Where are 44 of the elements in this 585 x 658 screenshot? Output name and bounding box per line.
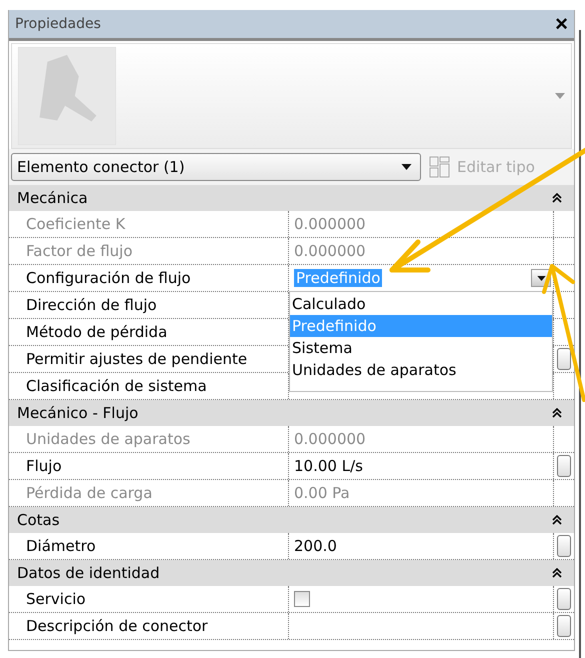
- property-label: Dirección de flujo: [9, 292, 289, 318]
- property-value: 0.000000: [294, 242, 366, 260]
- section-header[interactable]: Mecánico - Flujo: [9, 400, 574, 426]
- edit-type-icon: [429, 156, 451, 178]
- caret-icon[interactable]: [555, 93, 565, 99]
- property-label: Método de pérdida: [9, 319, 289, 345]
- checkbox[interactable]: [294, 591, 310, 607]
- property-value: 10.00 L/s: [294, 457, 363, 475]
- type-thumbnail-icon: [18, 47, 116, 145]
- property-value: 0.000000: [294, 215, 366, 233]
- type-dropdown[interactable]: Elemento conector (1): [11, 153, 421, 181]
- dropdown-option[interactable]: Sistema: [290, 337, 552, 359]
- parameter-button[interactable]: [557, 348, 571, 370]
- section-header[interactable]: Datos de identidad: [9, 560, 574, 586]
- collapse-icon: [552, 515, 562, 525]
- property-label: Servicio: [9, 586, 289, 612]
- collapse-icon: [552, 568, 562, 578]
- parameter-button[interactable]: [557, 615, 571, 637]
- parameter-button[interactable]: [557, 588, 571, 610]
- panel-title: Propiedades: [15, 16, 101, 32]
- section-header[interactable]: Mecánica: [9, 185, 574, 211]
- dropdown-option[interactable]: Unidades de aparatos: [290, 359, 552, 381]
- section-header[interactable]: Cotas: [9, 507, 574, 533]
- property-label: Diámetro: [9, 533, 289, 559]
- property-label: Unidades de aparatos: [9, 426, 289, 452]
- collapse-icon: [552, 408, 562, 418]
- parameter-button[interactable]: [557, 455, 571, 477]
- parameter-button[interactable]: [557, 535, 571, 557]
- property-label: Permitir ajustes de pendiente: [9, 346, 289, 372]
- property-value: 0.00 Pa: [294, 484, 350, 502]
- property-value: 0.000000: [294, 430, 366, 448]
- collapse-icon: [552, 193, 562, 203]
- caret-icon: [401, 164, 412, 170]
- close-button[interactable]: ×: [555, 13, 568, 35]
- property-value: 200.0: [294, 537, 337, 555]
- caret-icon: [536, 276, 546, 280]
- property-label: Flujo: [9, 453, 289, 479]
- dropdown-option[interactable]: Calculado: [290, 293, 552, 315]
- property-label: Pérdida de carga: [9, 480, 289, 506]
- property-label: Coeficiente K: [9, 211, 289, 237]
- property-label: Clasificación de sistema: [9, 373, 289, 399]
- property-label: Descripción de conector: [9, 613, 289, 639]
- property-label: Configuración de flujo: [9, 265, 289, 291]
- property-label: Factor de flujo: [9, 238, 289, 264]
